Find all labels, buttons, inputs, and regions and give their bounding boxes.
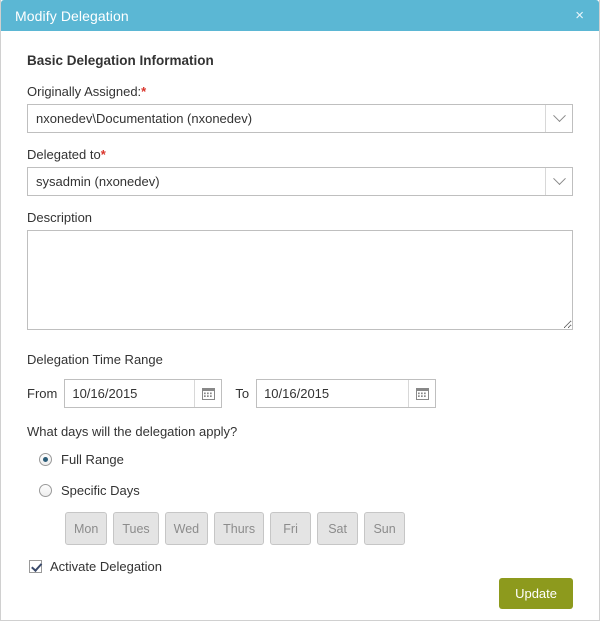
originally-assigned-label: Originally Assigned:* [27, 84, 573, 99]
chevron-down-icon[interactable] [545, 105, 572, 132]
from-date-value: 10/16/2015 [72, 386, 138, 401]
from-label: From [27, 386, 58, 401]
dialog-body: Basic Delegation Information Originally … [1, 31, 599, 574]
calendar-icon[interactable] [194, 380, 221, 407]
day-button-group: Mon Tues Wed Thurs Fri Sat Sun [65, 512, 573, 545]
to-date-value: 10/16/2015 [264, 386, 330, 401]
description-input[interactable] [27, 230, 573, 330]
day-button-sun[interactable]: Sun [364, 512, 406, 545]
day-button-fri[interactable]: Fri [270, 512, 312, 545]
delegated-to-label-text: Delegated to [27, 147, 101, 162]
day-button-sat[interactable]: Sat [317, 512, 359, 545]
radio-option-specific-days[interactable]: Specific Days [39, 483, 573, 498]
radio-specific-days-label: Specific Days [61, 483, 140, 498]
day-button-wed[interactable]: Wed [164, 512, 209, 545]
radio-full-range-label: Full Range [61, 452, 124, 467]
update-button[interactable]: Update [499, 577, 573, 609]
delegated-to-select[interactable]: sysadmin (nxonedev) [27, 167, 573, 196]
calendar-icon[interactable] [408, 380, 435, 407]
chevron-down-icon[interactable] [545, 168, 572, 195]
days-question: What days will the delegation apply? [27, 424, 238, 439]
originally-assigned-select[interactable]: nxonedev\Documentation (nxonedev) [27, 104, 573, 133]
section-title: Basic Delegation Information [27, 53, 214, 68]
originally-assigned-label-text: Originally Assigned: [27, 84, 142, 99]
day-button-tues[interactable]: Tues [113, 512, 159, 545]
close-icon[interactable]: × [572, 6, 587, 25]
date-range-row: From 10/16/2015 To 10/16/2015 [27, 379, 573, 408]
modify-delegation-dialog: Modify Delegation × Basic Delegation Inf… [0, 0, 600, 621]
to-date-field[interactable]: 10/16/2015 [256, 379, 437, 408]
from-date-field[interactable]: 10/16/2015 [64, 379, 223, 408]
time-range-title: Delegation Time Range [27, 352, 163, 367]
day-button-thurs[interactable]: Thurs [214, 512, 265, 545]
originally-assigned-value: nxonedev\Documentation (nxonedev) [36, 111, 253, 126]
required-marker: * [100, 147, 106, 162]
dialog-title: Modify Delegation [15, 7, 129, 24]
required-marker: * [141, 84, 147, 99]
delegated-to-value: sysadmin (nxonedev) [36, 174, 160, 189]
dialog-footer: Update [1, 566, 599, 620]
day-button-mon[interactable]: Mon [65, 512, 108, 545]
description-label: Description [27, 210, 93, 225]
to-label: To [235, 386, 250, 401]
delegated-to-label: Delegated to* [27, 147, 573, 162]
dialog-titlebar: Modify Delegation × [1, 0, 599, 31]
radio-full-range-icon[interactable] [39, 453, 52, 466]
radio-option-full-range[interactable]: Full Range [39, 452, 573, 467]
radio-specific-days-icon[interactable] [39, 484, 52, 497]
